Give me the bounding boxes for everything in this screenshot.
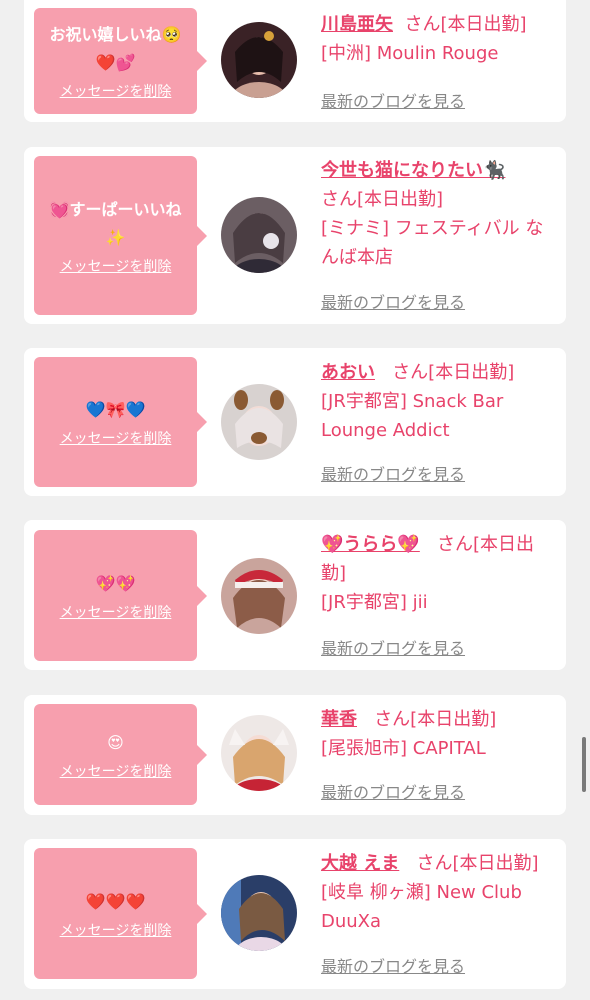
avatar-photo-icon — [221, 22, 297, 98]
notification-card: 💖💖 メッセージを削除 💖うらら💖 さん[本日出勤] [JR宇都宮] jii 最… — [24, 520, 566, 670]
message-emoji: ❤️💕 — [95, 53, 136, 72]
message-text: 💙🎀💙 — [85, 400, 146, 419]
cast-name-link[interactable]: 華香 — [321, 709, 357, 730]
shop-name: [尾張旭市] CAPITAL — [321, 738, 486, 759]
message-bubble: 💓すーぱーいいね ✨ メッセージを削除 — [34, 156, 207, 315]
message-text: 💖💖 — [95, 573, 136, 593]
blog-link[interactable]: 最新のブログを見る — [321, 635, 465, 659]
notification-card: 💙🎀💙 メッセージを削除 あおい さん[本日出勤] [JR宇都宮] Snack … — [24, 348, 566, 496]
blog-link[interactable]: 最新のブログを見る — [321, 88, 465, 112]
blog-link[interactable]: 最新のブログを見る — [321, 461, 465, 485]
notification-card: 💓すーぱーいいね ✨ メッセージを削除 今世も猫になりたい🐈‍⬛ さん[本日出勤… — [24, 147, 566, 324]
message-text: 💓すーぱーいいね — [49, 199, 182, 219]
cast-name-link[interactable]: 💖うらら💖 — [321, 534, 420, 555]
notification-card: ❤️❤️❤️ メッセージを削除 大越 えま さん[本日出勤] [岐阜 柳ヶ瀬] … — [24, 839, 566, 989]
cast-name-link[interactable]: 大越 えま — [321, 853, 399, 874]
message-text: お祝い嬉しいね🥺 — [49, 25, 182, 44]
avatar[interactable] — [221, 384, 297, 460]
delete-message-link[interactable]: メッセージを削除 — [60, 920, 172, 940]
cast-info: あおい さん[本日出勤] [JR宇都宮] Snack Bar Lounge Ad… — [321, 358, 559, 445]
message-bubble: 😍 メッセージを削除 — [34, 704, 207, 805]
delete-message-link[interactable]: メッセージを削除 — [60, 81, 172, 101]
delete-message-link[interactable]: メッセージを削除 — [60, 256, 172, 276]
avatar[interactable] — [221, 558, 297, 634]
shop-name: [JR宇都宮] jii — [321, 592, 428, 613]
cast-name-link[interactable]: 川島亜矢 — [321, 14, 393, 35]
avatar-photo-icon — [221, 558, 297, 634]
message-text: 😍 — [107, 732, 124, 752]
avatar[interactable] — [221, 875, 297, 951]
message-text: ❤️❤️❤️ — [85, 891, 146, 911]
avatar-photo-icon — [221, 384, 297, 460]
cast-status: さん[本日出勤] — [404, 14, 527, 35]
cast-status: さん[本日出勤] — [374, 709, 497, 730]
cast-status: さん[本日出勤] — [321, 189, 444, 210]
cast-name-link[interactable]: 今世も猫になりたい🐈‍⬛ — [321, 160, 505, 181]
message-bubble: ❤️❤️❤️ メッセージを削除 — [34, 848, 207, 979]
avatar-photo-icon — [221, 875, 297, 951]
shop-name: [JR宇都宮] Snack Bar Lounge Addict — [321, 391, 504, 441]
cast-info: 華香 さん[本日出勤] [尾張旭市] CAPITAL — [321, 705, 559, 763]
shop-name: [岐阜 柳ヶ瀬] New Club DuuXa — [321, 882, 522, 932]
blog-link[interactable]: 最新のブログを見る — [321, 779, 465, 803]
delete-message-link[interactable]: メッセージを削除 — [60, 602, 172, 622]
avatar[interactable] — [221, 197, 297, 273]
delete-message-link[interactable]: メッセージを削除 — [60, 428, 172, 448]
delete-message-link[interactable]: メッセージを削除 — [60, 761, 172, 781]
message-bubble: お祝い嬉しいね🥺 ❤️💕 メッセージを削除 — [34, 8, 207, 114]
cast-info: 💖うらら💖 さん[本日出勤] [JR宇都宮] jii — [321, 530, 559, 617]
scrollbar[interactable] — [582, 737, 586, 792]
blog-link[interactable]: 最新のブログを見る — [321, 289, 465, 313]
shop-name: [中洲] Moulin Rouge — [321, 43, 499, 64]
message-emoji: ✨ — [105, 227, 126, 247]
shop-name: [ミナミ] フェスティバル なんば本店 — [321, 218, 544, 268]
notification-card: 😍 メッセージを削除 華香 さん[本日出勤] [尾張旭市] CAPITAL 最新… — [24, 695, 566, 815]
cast-info: 今世も猫になりたい🐈‍⬛ さん[本日出勤] [ミナミ] フェスティバル なんば本… — [321, 156, 559, 272]
cast-info: 大越 えま さん[本日出勤] [岐阜 柳ヶ瀬] New Club DuuXa — [321, 849, 559, 936]
cast-info: 川島亜矢 さん[本日出勤] [中洲] Moulin Rouge — [321, 10, 559, 68]
cast-status: さん[本日出勤] — [416, 853, 539, 874]
notification-card: お祝い嬉しいね🥺 ❤️💕 メッセージを削除 川島亜矢 さん[本日出勤] [中洲]… — [24, 0, 566, 122]
avatar[interactable] — [221, 715, 297, 791]
message-bubble: 💖💖 メッセージを削除 — [34, 530, 207, 661]
cast-name-link[interactable]: あおい — [321, 362, 375, 383]
avatar[interactable] — [221, 22, 297, 98]
avatar-photo-icon — [221, 715, 297, 791]
cast-status: さん[本日出勤] — [392, 362, 515, 383]
blog-link[interactable]: 最新のブログを見る — [321, 953, 465, 977]
message-bubble: 💙🎀💙 メッセージを削除 — [34, 357, 207, 487]
avatar-photo-icon — [221, 197, 297, 273]
